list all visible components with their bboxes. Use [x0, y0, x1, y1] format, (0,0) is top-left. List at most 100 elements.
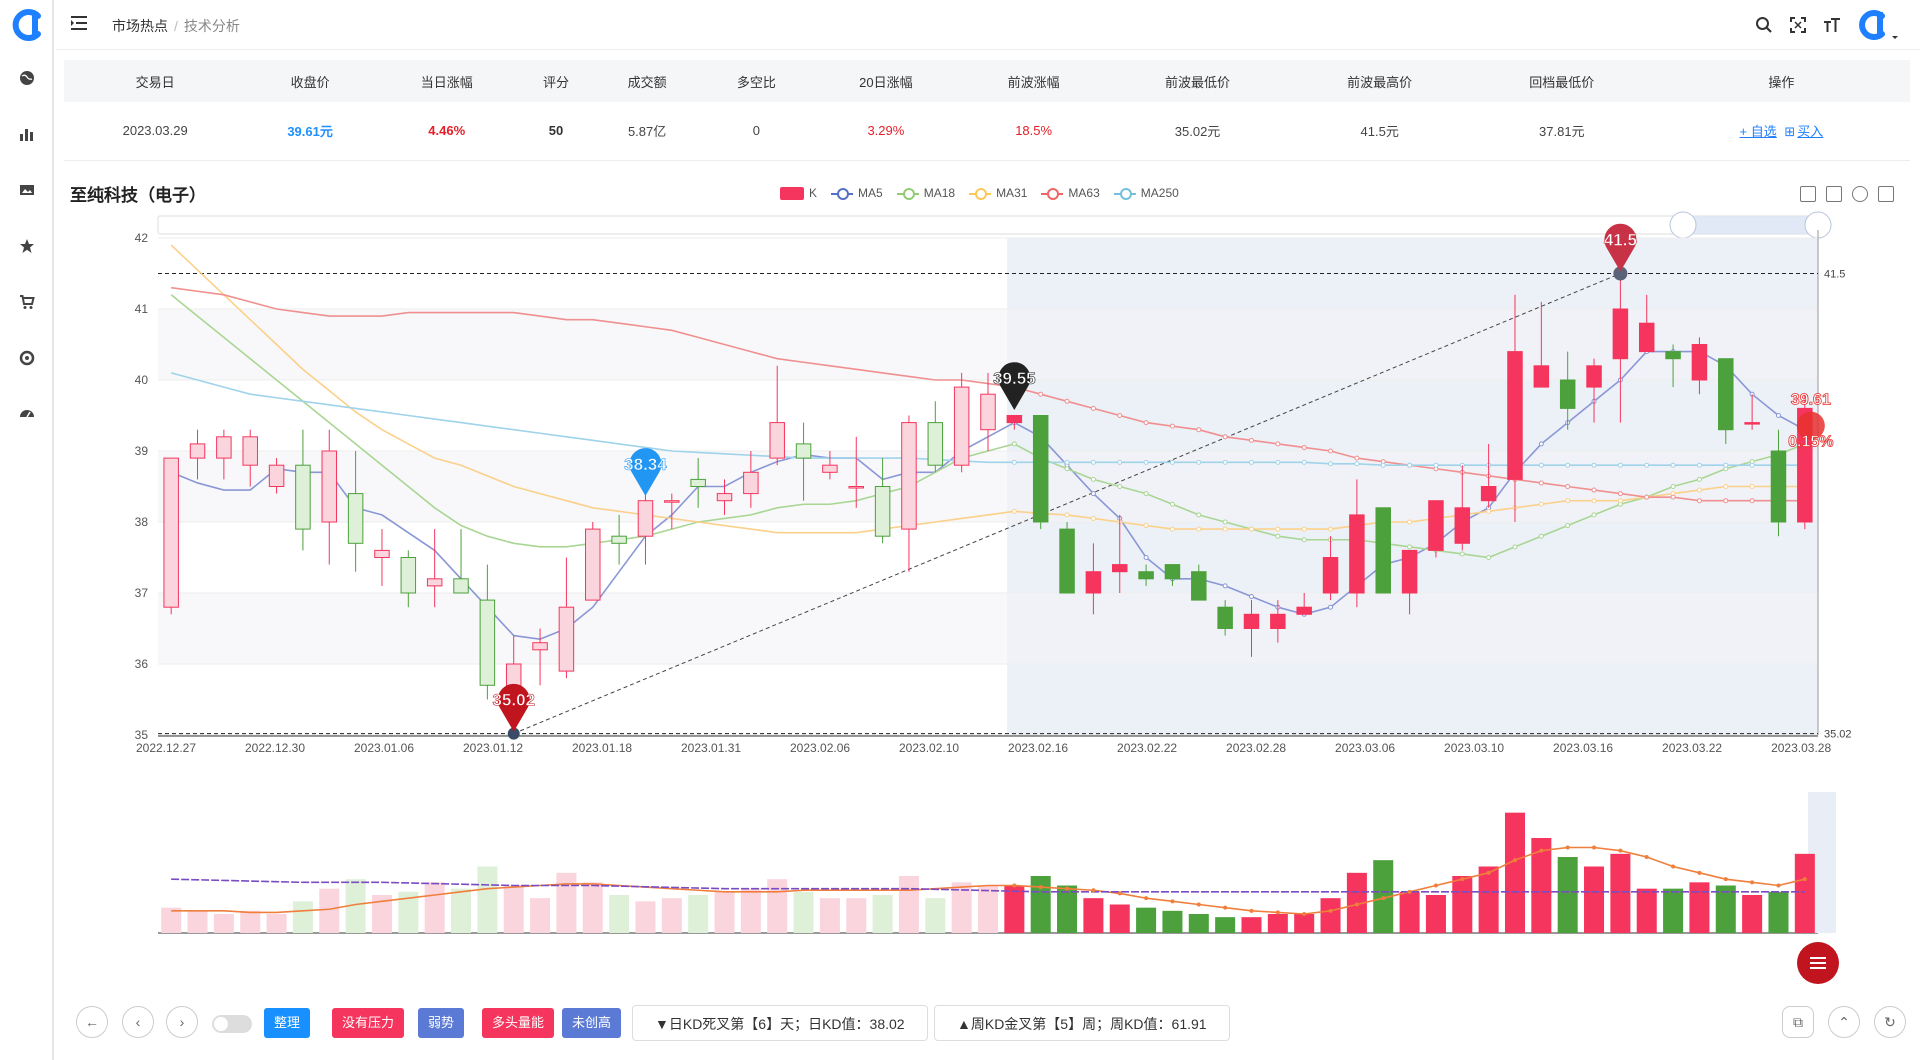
- ma-point: [1407, 462, 1413, 468]
- y-tick-label: 35: [135, 728, 149, 742]
- volume-bar: [609, 895, 630, 933]
- volume-bar: [1794, 853, 1815, 933]
- prev-icon[interactable]: ‹: [122, 1006, 154, 1038]
- ma-point: [1117, 413, 1123, 418]
- candle-body: [980, 393, 996, 431]
- candle-body: [268, 464, 285, 488]
- ma-point: [1222, 459, 1228, 465]
- ma-point: [1143, 459, 1149, 465]
- tag-bull-volume[interactable]: 多头量能: [482, 1008, 555, 1038]
- candle-body: [1006, 415, 1023, 424]
- candle-body: [295, 464, 311, 530]
- daily-kd-signal: ▼日KD死叉第【6】天；日KD值：38.02: [632, 1005, 928, 1041]
- ma-point: [1064, 466, 1070, 472]
- ma-point: [1222, 583, 1228, 589]
- volume-bar: [819, 898, 840, 933]
- ma-point: [1486, 555, 1492, 560]
- ma-point: [1538, 462, 1544, 468]
- candle-body: [347, 493, 364, 544]
- ma-point: [1196, 512, 1202, 518]
- ma-point: [1222, 526, 1228, 532]
- ma-point: [1301, 459, 1307, 465]
- volume-bar: [872, 895, 893, 933]
- volume-ma-point: [1802, 877, 1807, 882]
- x-tick-label: 2023.01.31: [681, 741, 741, 755]
- candle-body: [532, 642, 548, 651]
- current-pct-label: 0.15%: [1788, 434, 1833, 451]
- back-icon[interactable]: ←: [76, 1006, 108, 1038]
- copy-icon[interactable]: ⧉: [1782, 1006, 1814, 1038]
- ma-point: [1169, 501, 1175, 507]
- ma-point: [1591, 487, 1597, 493]
- candle-body: [1533, 365, 1550, 388]
- kline-chart[interactable]: 35 36 37 38 39 40 41 42 41.5 35.02 2022.12.27 2022.…: [0, 0, 1920, 1000]
- candle-body: [1191, 571, 1207, 601]
- ma-point: [1696, 487, 1702, 493]
- weekly-kd-signal: ▲周KD金叉第【5】周；周KD值：61.91: [934, 1005, 1230, 1041]
- candle-body: [1665, 351, 1681, 360]
- volume-ma-point: [1750, 880, 1755, 885]
- volume-ma-point: [1671, 864, 1676, 869]
- volume-bar: [1241, 917, 1262, 933]
- volume-ma-point: [1302, 912, 1307, 916]
- candle-body: [585, 528, 601, 601]
- current-price-label: 39.61: [1791, 392, 1831, 409]
- volume-ma-point: [1354, 902, 1359, 907]
- scroll-top-icon[interactable]: ⌃: [1828, 1006, 1860, 1038]
- volume-bar: [1557, 857, 1578, 933]
- ma-point: [1565, 498, 1571, 504]
- volume-ma-point: [1144, 896, 1149, 901]
- candle-body: [1164, 564, 1181, 580]
- volume-ma-point: [1433, 883, 1438, 888]
- ma-point: [1090, 476, 1096, 482]
- ma-point: [1038, 391, 1044, 397]
- ma-point: [1275, 459, 1281, 465]
- volume-ma-point: [1223, 905, 1228, 910]
- x-tick-label: 2023.03.06: [1335, 741, 1395, 755]
- ma-point: [1512, 544, 1518, 550]
- ma-point: [1723, 498, 1729, 504]
- tag-no-new-high[interactable]: 未创高: [562, 1008, 622, 1038]
- ma-point: [1354, 461, 1360, 467]
- volume-bar: [1636, 888, 1657, 933]
- volume-ma-point: [1539, 848, 1544, 853]
- volume-bar: [1425, 895, 1446, 933]
- tag-weak[interactable]: 弱势: [418, 1008, 465, 1038]
- x-tick-label: 2022.12.30: [245, 741, 305, 755]
- ma-point: [1196, 427, 1202, 433]
- candle-body: [374, 549, 390, 559]
- ma-point: [1538, 533, 1544, 539]
- ma-point: [1090, 405, 1096, 411]
- volume-bar: [1320, 898, 1341, 933]
- ma-point: [1248, 459, 1254, 465]
- next-icon[interactable]: ›: [166, 1006, 198, 1038]
- ma-point: [1486, 508, 1492, 514]
- volume-bar: [740, 888, 761, 933]
- candle-body: [1138, 571, 1154, 580]
- candle-body: [1322, 557, 1339, 594]
- ref-line-label: 41.5: [1824, 269, 1845, 281]
- tag-consolidation[interactable]: 整理: [264, 1008, 311, 1038]
- marker-label: 39.55: [993, 369, 1036, 388]
- volume-bar: [635, 901, 656, 933]
- ma-point: [1222, 434, 1228, 440]
- ma-point: [1723, 484, 1729, 489]
- volume-bar: [1162, 910, 1183, 933]
- ma-point: [1011, 441, 1017, 447]
- ma-point: [1617, 491, 1623, 497]
- tag-no-pressure[interactable]: 没有压力: [332, 1008, 405, 1038]
- candle-body: [1085, 571, 1102, 594]
- volume-bar: [503, 885, 524, 933]
- volume-bar: [292, 901, 313, 933]
- ma-point: [1591, 498, 1597, 504]
- volume-bar: [1584, 866, 1605, 933]
- candle-body: [1112, 564, 1128, 573]
- volume-bar: [1452, 876, 1473, 933]
- candle-body: [216, 436, 232, 459]
- volume-bar: [530, 898, 551, 933]
- candle-body: [901, 422, 917, 530]
- ma-point: [1749, 462, 1755, 468]
- ma-point: [1169, 526, 1175, 532]
- mode-toggle[interactable]: [212, 1015, 252, 1033]
- refresh-icon[interactable]: ↻: [1874, 1006, 1906, 1038]
